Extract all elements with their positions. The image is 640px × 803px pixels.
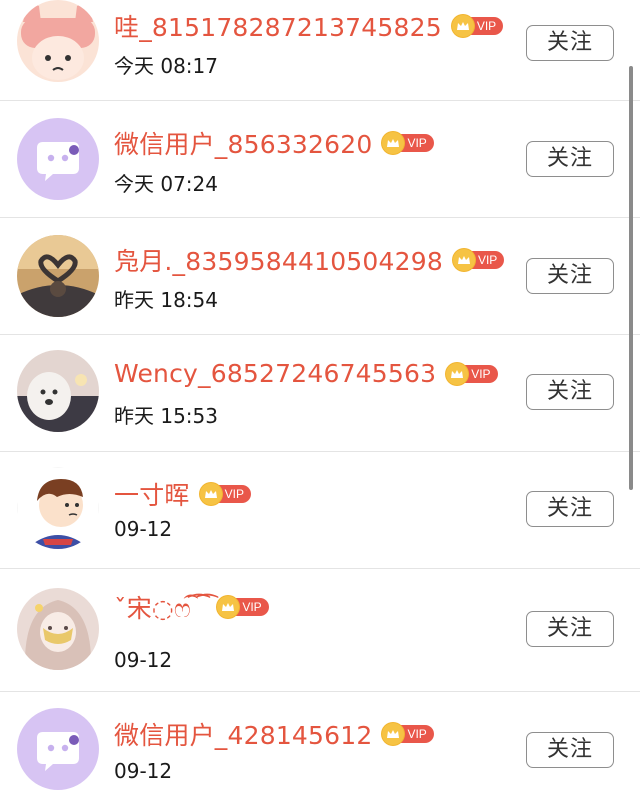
vip-badge: VIP xyxy=(217,596,269,618)
follow-button[interactable]: 关注 xyxy=(526,732,614,768)
dog-photo-avatar[interactable] xyxy=(17,350,99,432)
username[interactable]: Wency_68527246745563 xyxy=(114,359,436,388)
list-item[interactable]: 哇_815178287213745825 VIP 今天 08:17 关注 xyxy=(0,0,640,100)
activity-time: 今天 08:17 xyxy=(114,54,218,78)
follow-button[interactable]: 关注 xyxy=(526,258,614,294)
activity-time: 昨天 18:54 xyxy=(114,288,218,312)
list-item[interactable]: Wency_68527246745563 VIP 昨天 15:53 关注 xyxy=(0,335,640,451)
follow-button[interactable]: 关注 xyxy=(526,491,614,527)
crown-icon xyxy=(199,483,222,505)
cartoon-boy-avatar[interactable] xyxy=(17,467,99,549)
list-item[interactable]: 微信用户_428145612 VIP 09-12 关注 xyxy=(0,692,640,803)
crown-icon xyxy=(451,15,474,37)
activity-time: 昨天 15:53 xyxy=(114,404,218,428)
follow-button[interactable]: 关注 xyxy=(526,141,614,177)
anime-girl-avatar[interactable] xyxy=(17,588,99,670)
username[interactable]: 哇_815178287213745825 xyxy=(114,8,442,44)
username[interactable]: 一寸晖 xyxy=(114,476,190,512)
follow-button[interactable]: 关注 xyxy=(526,25,614,61)
crown-icon xyxy=(446,362,469,385)
vip-badge: VIP xyxy=(452,249,505,271)
crown-icon xyxy=(452,249,475,271)
list-item[interactable]: ˇ宋◌ෆ͡ ͡ ͡ VIP 09-12 关注 xyxy=(0,569,640,691)
list-item[interactable]: 微信用户_856332620 VIP 今天 07:24 关注 xyxy=(0,101,640,217)
heart-hands-photo-avatar[interactable] xyxy=(17,235,99,317)
scrollbar[interactable] xyxy=(629,66,633,490)
username[interactable]: 微信用户_428145612 xyxy=(114,716,372,752)
follow-button[interactable]: 关注 xyxy=(526,611,614,647)
username[interactable]: ˇ宋◌ෆ͡ ͡ ͡ xyxy=(114,589,207,625)
vip-badge: VIP xyxy=(382,723,434,745)
activity-time: 09-12 xyxy=(114,648,173,672)
follow-button[interactable]: 关注 xyxy=(526,374,614,410)
vip-badge: VIP xyxy=(451,15,504,37)
list-item[interactable]: 一寸晖 VIP 09-12 关注 xyxy=(0,452,640,568)
vip-badge: VIP xyxy=(446,362,498,385)
vip-badge: VIP xyxy=(199,483,251,505)
activity-time: 09-12 xyxy=(114,759,173,783)
activity-time: 09-12 xyxy=(114,517,173,541)
wechat-default-avatar[interactable] xyxy=(17,708,99,790)
list-item[interactable]: 凫月._8359584410504298 VIP 昨天 18:54 关注 xyxy=(0,218,640,334)
cartoon-pig-avatar[interactable] xyxy=(17,0,99,82)
vip-badge: VIP xyxy=(382,132,434,154)
username[interactable]: 凫月._8359584410504298 xyxy=(114,242,443,278)
wechat-default-avatar[interactable] xyxy=(17,118,99,200)
activity-time: 今天 07:24 xyxy=(114,172,218,196)
username[interactable]: 微信用户_856332620 xyxy=(114,125,372,161)
